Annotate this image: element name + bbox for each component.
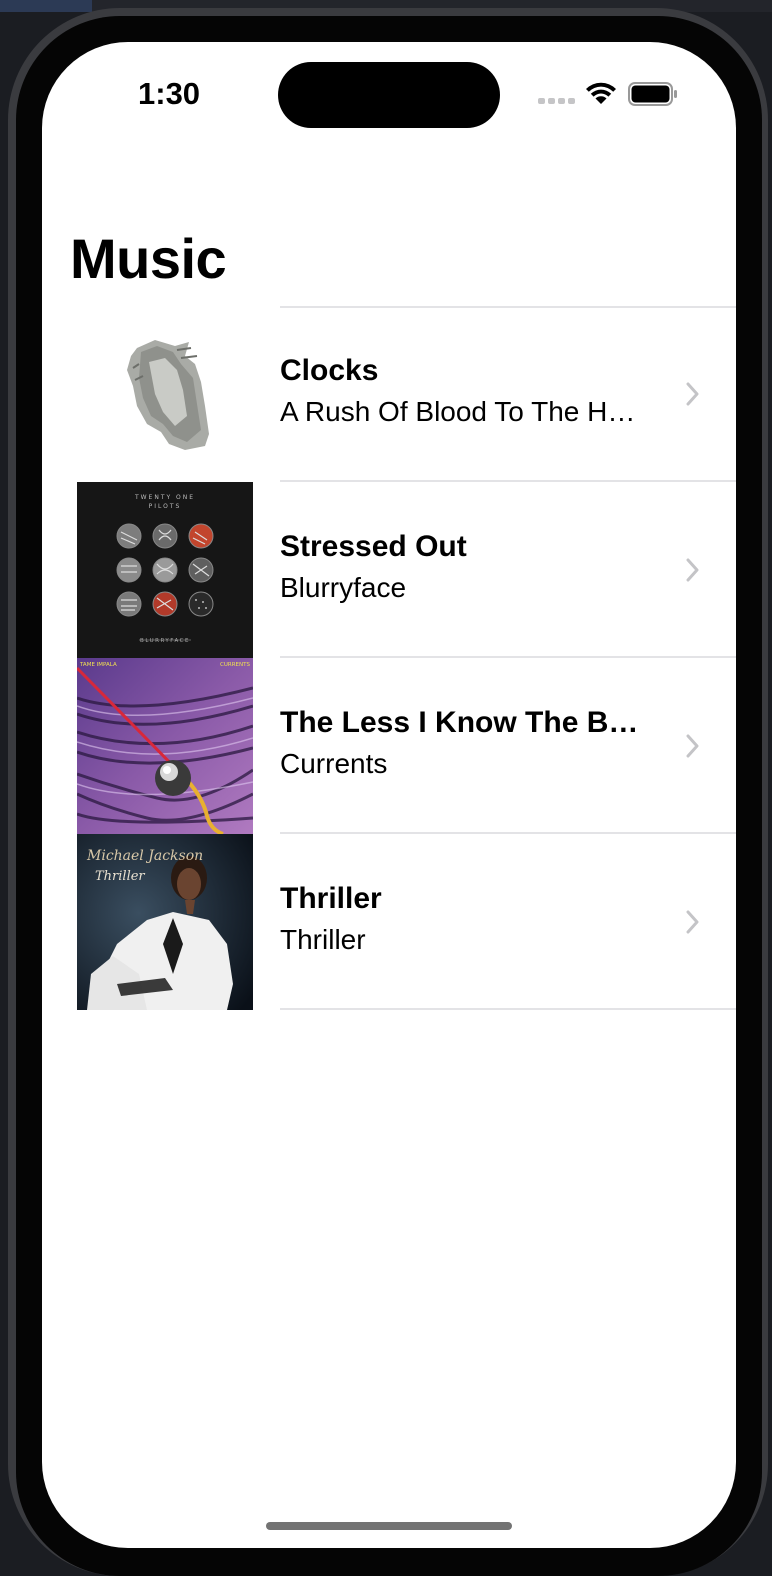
background-editor-tab: [0, 0, 92, 12]
song-row-clocks[interactable]: Clocks A Rush Of Blood To The H…: [42, 306, 736, 482]
chevron-right-icon: [686, 734, 699, 758]
artwork-artist-name: Michael Jackson: [86, 848, 203, 864]
page-title: Music: [70, 227, 227, 290]
app-screen: 1:30 Music Clocks A Rush Of Blood To The…: [42, 42, 736, 1548]
dynamic-island: [278, 62, 500, 128]
artwork-album-name: CURRENTS: [220, 662, 250, 668]
cellular-signal-icon: [538, 98, 575, 104]
chevron-right-icon: [686, 558, 699, 582]
chevron-right-icon: [686, 910, 699, 934]
song-album: Currents: [280, 748, 388, 779]
list-divider: [280, 1008, 736, 1010]
song-album: Thriller: [280, 924, 366, 955]
album-artwork-thriller: Michael Jackson Thriller: [77, 834, 253, 1010]
album-artwork-clocks: [77, 306, 253, 482]
album-artwork-stressed-out: TWENTY ONE PILOTS BLURRYFACE: [77, 482, 253, 658]
artwork-band-name: TWENTY ONE: [134, 494, 195, 501]
song-row-the-less-i-know[interactable]: TAME IMPALA CURRENTS The Less I Know The…: [42, 658, 736, 834]
artwork-album-name: BLURRYFACE: [140, 638, 190, 644]
song-row-stressed-out[interactable]: TWENTY ONE PILOTS BLURRYFACE Stressed Ou…: [42, 482, 736, 658]
wifi-icon: [586, 82, 616, 104]
song-title: Thriller: [280, 882, 382, 915]
artwork-artist-name: TAME IMPALA: [79, 662, 117, 668]
status-time: 1:30: [138, 76, 201, 111]
home-indicator[interactable]: [266, 1522, 512, 1530]
chevron-right-icon: [686, 382, 699, 406]
song-title: Clocks: [280, 354, 379, 387]
album-artwork-currents: TAME IMPALA CURRENTS: [77, 658, 253, 834]
artwork-album-name: Thriller: [95, 869, 145, 884]
song-row-thriller[interactable]: Michael Jackson Thriller Thriller Thrill…: [42, 834, 736, 1010]
song-title: Stressed Out: [280, 530, 467, 563]
artwork-band-name-2: PILOTS: [149, 503, 182, 510]
battery-icon: [628, 82, 677, 106]
song-list: Clocks A Rush Of Blood To The H… TWENTY …: [42, 306, 736, 1010]
song-album: A Rush Of Blood To The H…: [280, 396, 636, 427]
song-album: Blurryface: [280, 572, 407, 603]
song-title: The Less I Know The B…: [280, 706, 639, 739]
